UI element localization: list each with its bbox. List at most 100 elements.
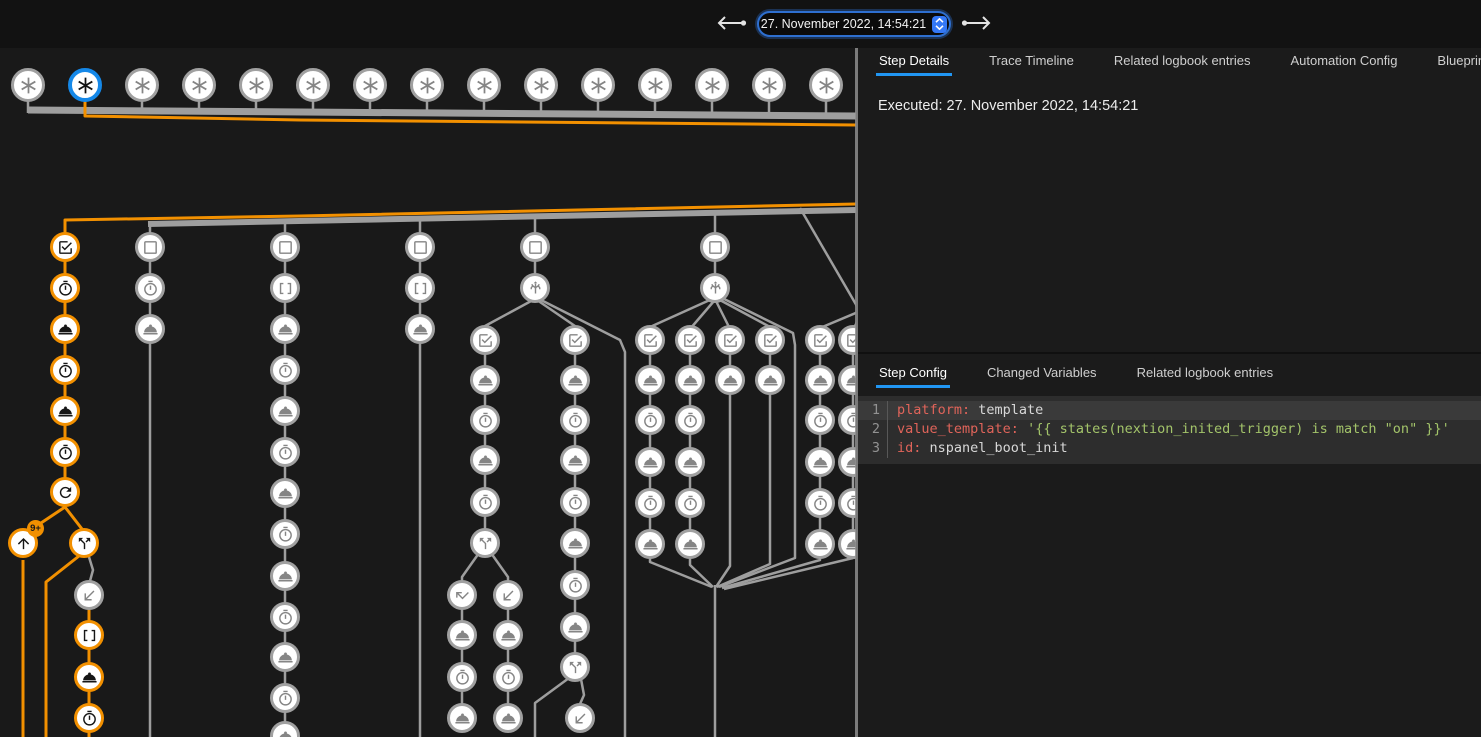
room-service-node[interactable]	[635, 365, 665, 395]
timer-node[interactable]	[805, 405, 835, 435]
tab-trace-timeline[interactable]: Trace Timeline	[986, 48, 1077, 76]
room-service-node[interactable]	[675, 365, 705, 395]
arrow-decision-node[interactable]	[520, 273, 550, 303]
room-service-node[interactable]	[447, 620, 477, 650]
call-split-node[interactable]	[470, 528, 500, 558]
checkbox-marked-node[interactable]	[805, 325, 835, 355]
timer-node[interactable]	[560, 405, 590, 435]
checkbox-marked-node[interactable]	[675, 325, 705, 355]
asterisk-node[interactable]	[296, 68, 330, 102]
checkbox-blank-node[interactable]	[135, 232, 165, 262]
timer-node[interactable]	[270, 437, 300, 467]
timer-node[interactable]	[270, 355, 300, 385]
tab-step-config[interactable]: Step Config	[876, 360, 950, 388]
room-service-node[interactable]	[805, 365, 835, 395]
tab-related-logbook-entries[interactable]: Related logbook entries	[1111, 48, 1254, 76]
room-service-node[interactable]	[447, 703, 477, 733]
room-service-node[interactable]	[635, 529, 665, 559]
call-split-node[interactable]	[560, 652, 590, 682]
tab-step-details[interactable]: Step Details	[876, 48, 952, 76]
room-service-node[interactable]	[805, 447, 835, 477]
checkbox-blank-node[interactable]	[700, 232, 730, 262]
tab-changed-variables[interactable]: Changed Variables	[984, 360, 1100, 388]
timer-node[interactable]	[270, 602, 300, 632]
checkbox-blank-node[interactable]	[405, 232, 435, 262]
timer-node[interactable]	[635, 405, 665, 435]
asterisk-node[interactable]	[809, 68, 843, 102]
arrow-bottom-left-node[interactable]	[565, 703, 595, 733]
room-service-node[interactable]	[493, 620, 523, 650]
call-missed-node[interactable]	[447, 580, 477, 610]
asterisk-node[interactable]	[695, 68, 729, 102]
timer-node[interactable]	[50, 355, 80, 385]
room-service-node[interactable]	[635, 447, 665, 477]
room-service-node[interactable]	[270, 561, 300, 591]
arrow-bottom-left-node[interactable]	[74, 580, 104, 610]
room-service-node[interactable]	[470, 445, 500, 475]
room-service-node[interactable]	[675, 529, 705, 559]
call-split-node[interactable]	[69, 528, 99, 558]
timer-node[interactable]	[470, 405, 500, 435]
previous-run-button[interactable]	[714, 12, 750, 36]
timer-node[interactable]	[675, 488, 705, 518]
code-brackets-node[interactable]	[405, 273, 435, 303]
next-run-button[interactable]	[958, 12, 994, 36]
arrow-bottom-left-node[interactable]	[493, 580, 523, 610]
checkbox-marked-node[interactable]	[755, 325, 785, 355]
asterisk-node[interactable]	[182, 68, 216, 102]
checkbox-blank-node[interactable]	[270, 232, 300, 262]
trace-run-select[interactable]: 27. November 2022, 14:54:21	[757, 11, 951, 37]
room-service-node[interactable]	[560, 365, 590, 395]
timer-node[interactable]	[560, 487, 590, 517]
asterisk-node[interactable]	[125, 68, 159, 102]
room-service-node[interactable]	[470, 365, 500, 395]
tab-config-related-logbook-entries[interactable]: Related logbook entries	[1134, 360, 1277, 388]
room-service-node[interactable]	[493, 703, 523, 733]
timer-node[interactable]	[270, 519, 300, 549]
timer-node[interactable]	[50, 437, 80, 467]
asterisk-node[interactable]	[68, 68, 102, 102]
checkbox-marked-node[interactable]	[470, 325, 500, 355]
timer-node[interactable]	[74, 703, 104, 733]
room-service-node[interactable]	[560, 612, 590, 642]
timer-node[interactable]	[635, 488, 665, 518]
room-service-node[interactable]	[270, 642, 300, 672]
arrow-decision-node[interactable]	[700, 273, 730, 303]
timer-node[interactable]	[675, 405, 705, 435]
room-service-node[interactable]	[50, 314, 80, 344]
asterisk-node[interactable]	[752, 68, 786, 102]
room-service-node[interactable]	[715, 365, 745, 395]
timer-node[interactable]	[447, 662, 477, 692]
asterisk-node[interactable]	[410, 68, 444, 102]
checkbox-marked-node[interactable]	[715, 325, 745, 355]
asterisk-node[interactable]	[467, 68, 501, 102]
asterisk-node[interactable]	[11, 68, 45, 102]
timer-node[interactable]	[493, 662, 523, 692]
room-service-node[interactable]	[675, 447, 705, 477]
asterisk-node[interactable]	[581, 68, 615, 102]
asterisk-node[interactable]	[524, 68, 558, 102]
room-service-node[interactable]	[270, 314, 300, 344]
timer-node[interactable]	[560, 570, 590, 600]
timer-node[interactable]	[50, 273, 80, 303]
checkbox-marked-node[interactable]	[560, 325, 590, 355]
tab-automation-config[interactable]: Automation Config	[1287, 48, 1400, 76]
room-service-node[interactable]	[50, 396, 80, 426]
room-service-node[interactable]	[270, 478, 300, 508]
checkbox-blank-node[interactable]	[520, 232, 550, 262]
room-service-node[interactable]	[560, 528, 590, 558]
room-service-node[interactable]	[270, 396, 300, 426]
room-service-node[interactable]	[755, 365, 785, 395]
room-service-node[interactable]	[560, 445, 590, 475]
room-service-node[interactable]	[805, 529, 835, 559]
timer-node[interactable]	[270, 683, 300, 713]
checkbox-marked-node[interactable]	[635, 325, 665, 355]
room-service-node[interactable]	[405, 314, 435, 344]
room-service-node[interactable]	[135, 314, 165, 344]
trace-graph-pane[interactable]: 9+	[0, 48, 856, 737]
refresh-node[interactable]	[50, 477, 80, 507]
timer-node[interactable]	[135, 273, 165, 303]
room-service-node[interactable]	[74, 662, 104, 692]
code-brackets-node[interactable]	[270, 273, 300, 303]
asterisk-node[interactable]	[239, 68, 273, 102]
